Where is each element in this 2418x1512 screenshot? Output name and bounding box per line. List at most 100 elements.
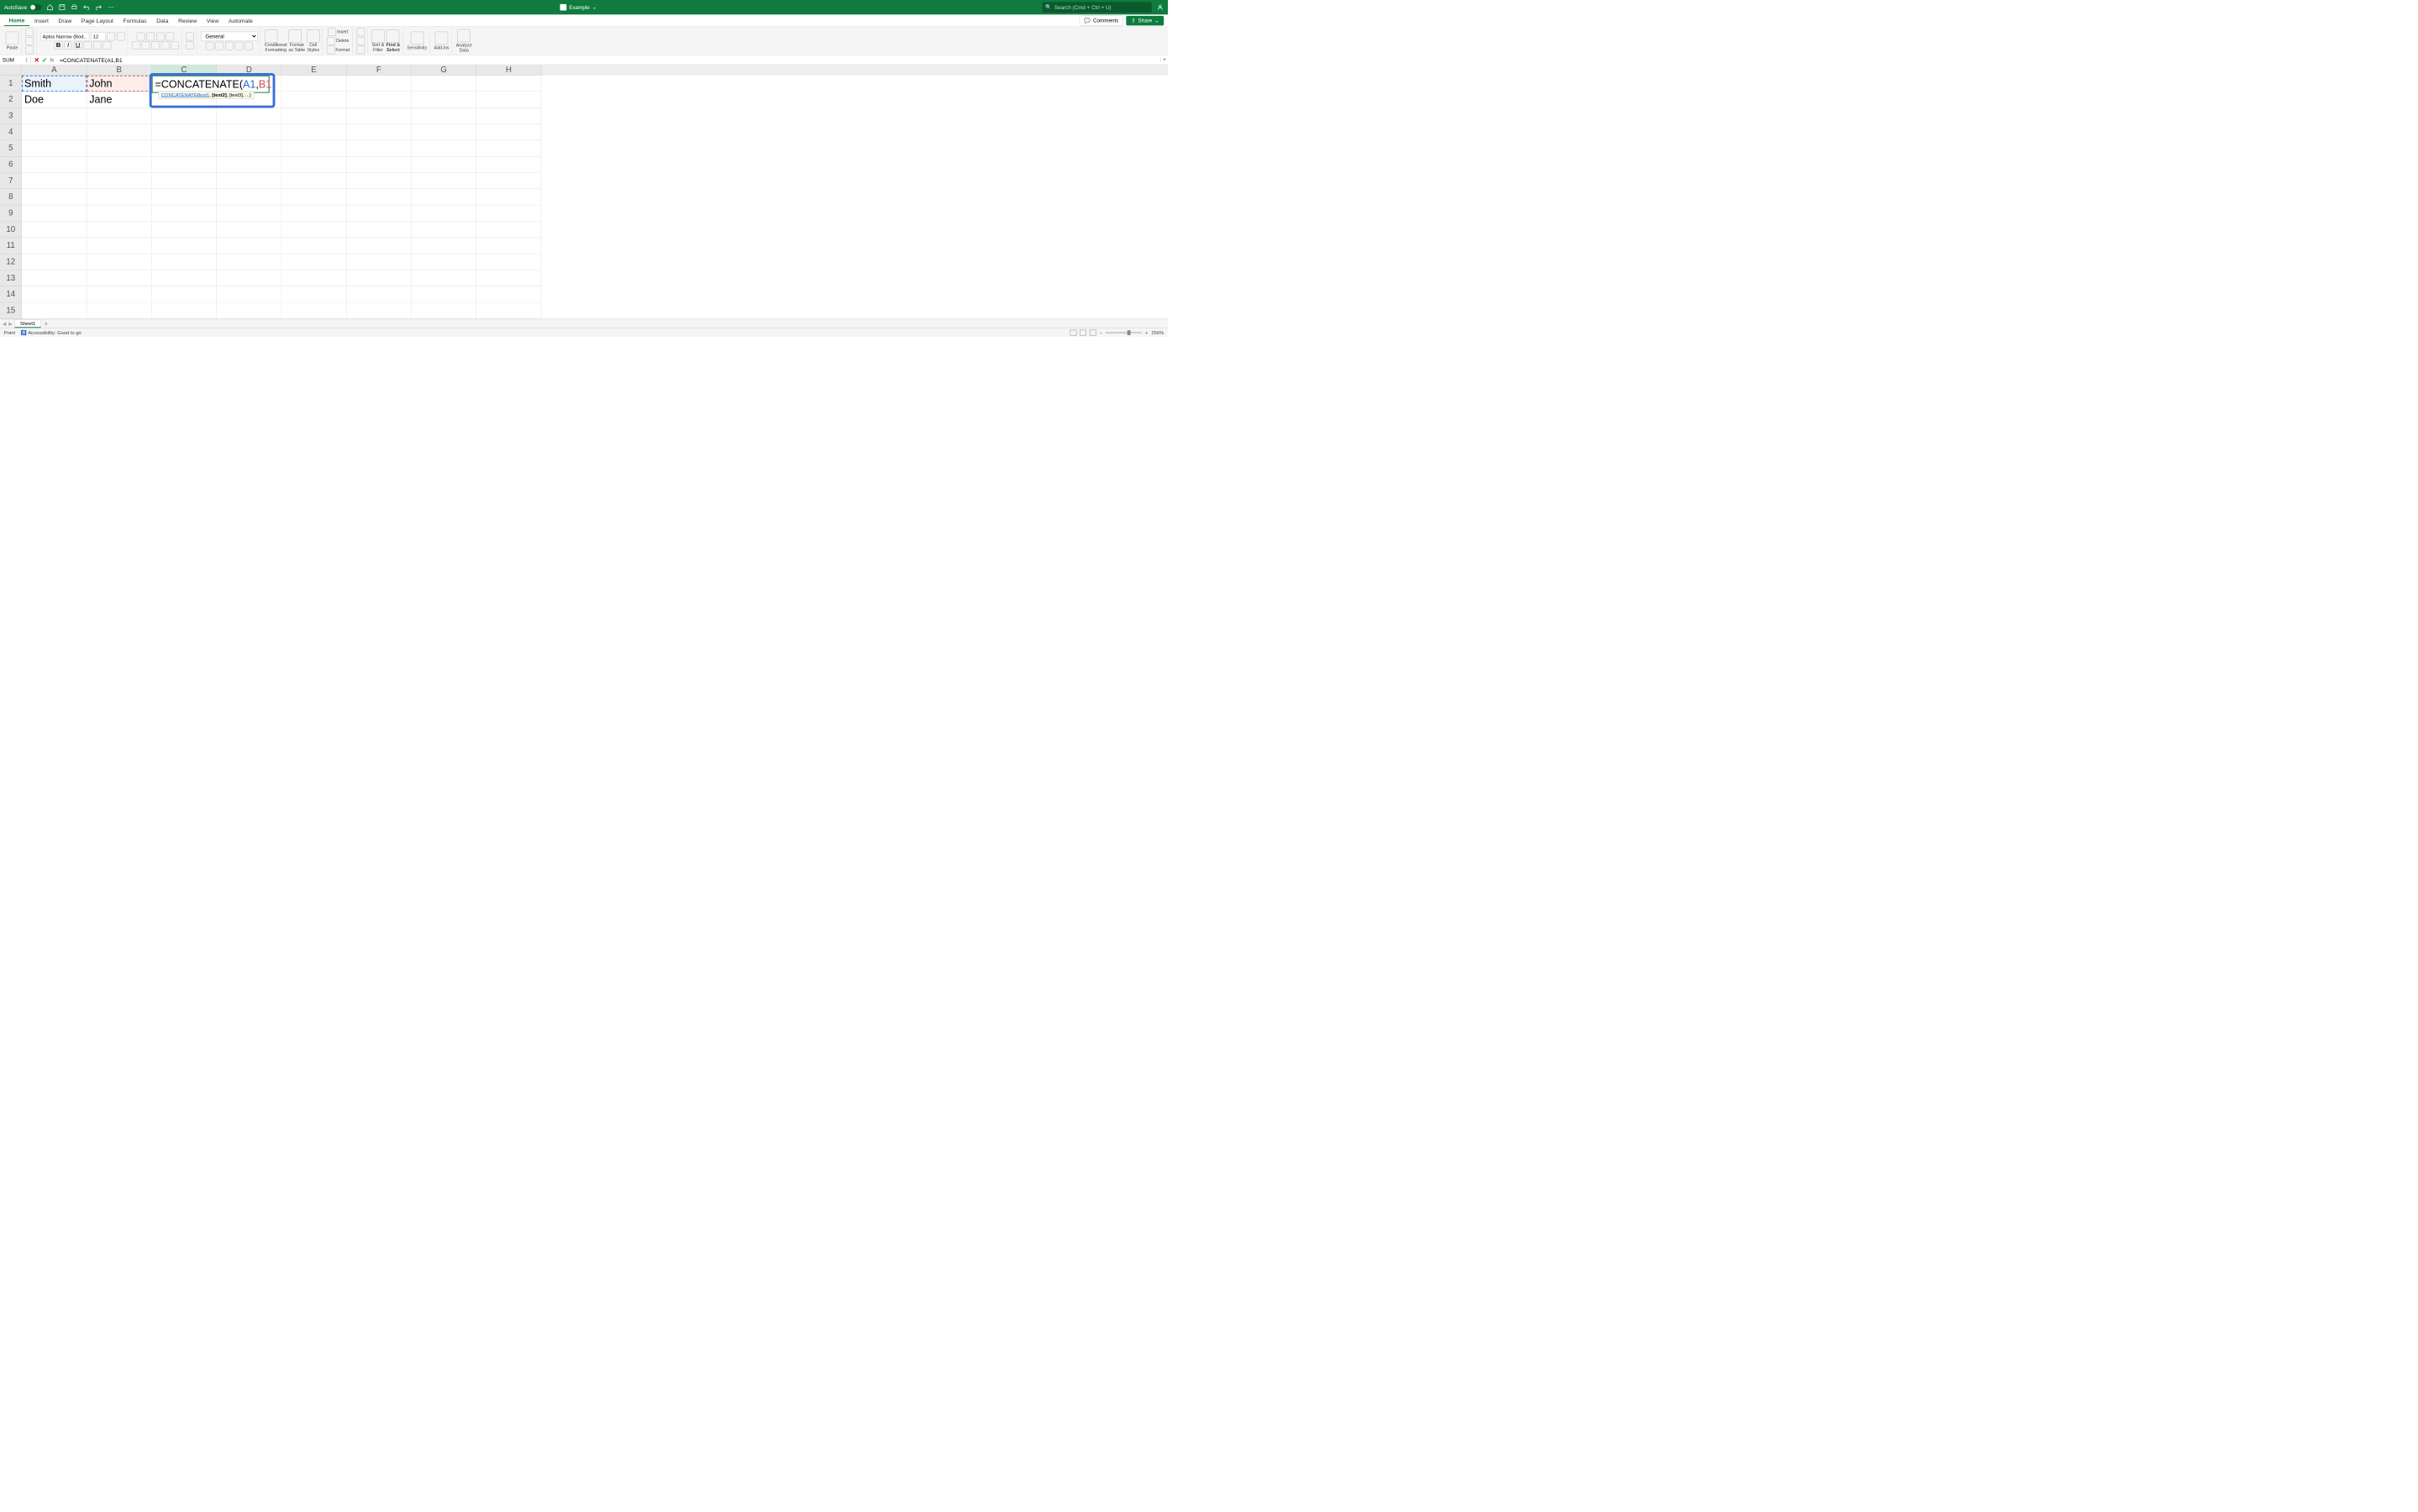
expand-formula-bar-icon[interactable]: ▼: [1160, 58, 1168, 62]
autosum-icon[interactable]: [356, 28, 365, 36]
cell[interactable]: [412, 173, 476, 189]
cell[interactable]: [281, 286, 346, 302]
cancel-formula-icon[interactable]: ✕: [34, 55, 39, 64]
col-header-g[interactable]: G: [412, 65, 476, 76]
row-header[interactable]: 7: [0, 173, 22, 189]
cell[interactable]: [152, 140, 217, 156]
cell[interactable]: [87, 156, 151, 172]
cell[interactable]: [476, 108, 541, 123]
cell[interactable]: [281, 189, 346, 205]
name-box[interactable]: SUM ▲▼: [0, 56, 31, 64]
comments-button[interactable]: 💬 Comments: [1080, 15, 1123, 26]
cell[interactable]: [346, 124, 411, 140]
merge-icon[interactable]: [186, 41, 194, 50]
cell[interactable]: [87, 124, 151, 140]
cell[interactable]: [476, 140, 541, 156]
cell[interactable]: [87, 286, 151, 302]
cell[interactable]: [87, 270, 151, 286]
row-header[interactable]: 1: [0, 76, 22, 92]
fill-icon[interactable]: [356, 37, 365, 45]
row-header[interactable]: 15: [0, 302, 22, 318]
share-button[interactable]: ⇪ Share ⌄: [1127, 16, 1164, 26]
cell[interactable]: [87, 302, 151, 318]
tab-draw[interactable]: Draw: [54, 16, 76, 26]
row-header[interactable]: 11: [0, 238, 22, 254]
undo-icon[interactable]: [83, 3, 91, 11]
cell[interactable]: [346, 205, 411, 221]
sheet-prev-icon[interactable]: ◀: [3, 321, 6, 327]
cell[interactable]: [476, 205, 541, 221]
row-header[interactable]: 3: [0, 108, 22, 123]
cell[interactable]: [217, 286, 281, 302]
increase-indent-icon[interactable]: [171, 41, 179, 50]
sensitivity-icon[interactable]: [411, 31, 423, 44]
col-header-d[interactable]: D: [217, 65, 281, 76]
cell[interactable]: [281, 76, 346, 92]
cell[interactable]: [346, 238, 411, 254]
col-header-e[interactable]: E: [281, 65, 346, 76]
cell[interactable]: [22, 302, 87, 318]
cell[interactable]: [476, 189, 541, 205]
tab-home[interactable]: Home: [4, 15, 29, 26]
cell[interactable]: [412, 286, 476, 302]
autosave-toggle[interactable]: AutoSave: [4, 4, 42, 10]
cell[interactable]: [152, 108, 217, 123]
zoom-out-icon[interactable]: −: [1100, 329, 1102, 335]
tab-view[interactable]: View: [202, 16, 223, 26]
cell[interactable]: [412, 238, 476, 254]
cell[interactable]: [281, 238, 346, 254]
cell[interactable]: [217, 254, 281, 270]
cell[interactable]: [476, 156, 541, 172]
cell[interactable]: [476, 173, 541, 189]
cell[interactable]: [476, 76, 541, 92]
cell[interactable]: [412, 140, 476, 156]
tooltip-arg1[interactable]: text1: [199, 92, 210, 98]
tooltip-fn-link[interactable]: CONCATENATE: [161, 92, 197, 98]
cell[interactable]: [152, 156, 217, 172]
cell[interactable]: [87, 189, 151, 205]
cell[interactable]: [152, 254, 217, 270]
cell[interactable]: [87, 173, 151, 189]
cell[interactable]: [152, 270, 217, 286]
cell[interactable]: [152, 302, 217, 318]
find-select-icon[interactable]: [386, 29, 399, 42]
confirm-formula-icon[interactable]: ✓: [42, 55, 47, 64]
row-header[interactable]: 2: [0, 92, 22, 108]
col-header-a[interactable]: A: [22, 65, 87, 76]
cell[interactable]: [217, 238, 281, 254]
cell[interactable]: [87, 205, 151, 221]
font-color-icon[interactable]: [103, 41, 112, 50]
align-top-icon[interactable]: [137, 32, 145, 40]
fx-icon[interactable]: fx: [50, 57, 54, 63]
cell-a1[interactable]: Smith: [22, 76, 87, 92]
row-header[interactable]: 8: [0, 189, 22, 205]
decrease-font-icon[interactable]: [117, 32, 125, 40]
cell[interactable]: [87, 140, 151, 156]
border-icon[interactable]: [83, 41, 92, 50]
cell[interactable]: [217, 189, 281, 205]
cell[interactable]: [22, 254, 87, 270]
more-icon[interactable]: ⋯: [108, 3, 115, 11]
formula-input[interactable]: [57, 55, 1160, 64]
cell[interactable]: [22, 286, 87, 302]
namebox-down-icon[interactable]: ▼: [25, 60, 28, 62]
align-center-icon[interactable]: [142, 41, 150, 50]
save-icon[interactable]: [59, 3, 66, 11]
sheet-next-icon[interactable]: ▶: [8, 321, 12, 327]
col-header-c[interactable]: C: [152, 65, 217, 76]
cell[interactable]: [412, 108, 476, 123]
cell[interactable]: [412, 92, 476, 108]
cell[interactable]: [281, 140, 346, 156]
add-sheet-icon[interactable]: ＋: [43, 319, 49, 328]
orientation-icon[interactable]: [166, 32, 175, 40]
user-icon[interactable]: [1157, 3, 1164, 11]
cell[interactable]: [152, 173, 217, 189]
currency-icon[interactable]: [206, 42, 214, 50]
addins-icon[interactable]: [435, 31, 448, 44]
accessibility-status[interactable]: ♿ Accessibility: Good to go: [21, 329, 81, 335]
toggle-switch-icon[interactable]: [30, 4, 42, 10]
cell[interactable]: [217, 222, 281, 238]
cut-icon[interactable]: [25, 28, 34, 36]
cell[interactable]: [346, 189, 411, 205]
cell[interactable]: [217, 302, 281, 318]
